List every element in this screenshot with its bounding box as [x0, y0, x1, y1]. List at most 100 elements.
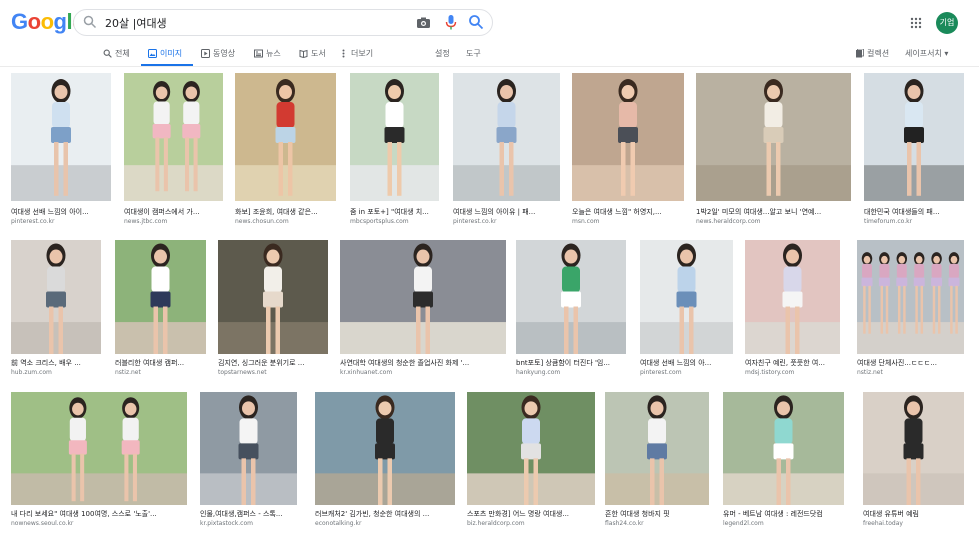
- image-result[interactable]: 김지연, 싱그러운 분위기로 ... topstarnews.net: [218, 240, 328, 379]
- account-avatar[interactable]: 기업: [936, 12, 958, 34]
- result-caption[interactable]: 1박2일' 미모의 여대생...알고 보니 '연예...: [696, 207, 851, 217]
- result-thumbnail[interactable]: [315, 392, 455, 505]
- collections-button[interactable]: 컬렉션: [855, 46, 889, 60]
- result-source: mbcsportsplus.com: [350, 218, 409, 225]
- result-caption[interactable]: 내 다리 보세요" 여대생 100여명, 스스로 '노출'...: [11, 509, 187, 519]
- result-caption[interactable]: 여대생 단체사진...ㄷㄷㄷ...: [857, 358, 964, 368]
- result-caption[interactable]: 줌 in 포토+] "여대생 치...: [350, 207, 439, 217]
- result-caption[interactable]: 여대생 선배 느낌의 아이...: [11, 207, 111, 217]
- camera-icon[interactable]: [416, 15, 431, 30]
- image-result[interactable]: 흔한 여대생 청바지 핏 flash24.co.kr: [605, 392, 709, 530]
- result-caption[interactable]: 여대생 선배 느낌의 아...: [640, 358, 733, 368]
- result-caption[interactable]: 여자친구 예린, 풋풋한 여...: [745, 358, 840, 368]
- search-box[interactable]: 20살 |여대생: [73, 9, 493, 36]
- image-result[interactable]: 러브캐처2' 김가빈, 청순한 여대생의 ... econotalking.kr: [315, 392, 455, 530]
- tab-videos[interactable]: 동영상: [201, 46, 235, 60]
- search-button-icon[interactable]: [468, 14, 484, 30]
- result-caption[interactable]: 사연대학 여대생의 청순한 졸업사진 화제 '...: [340, 358, 506, 368]
- result-thumbnail[interactable]: [696, 73, 851, 201]
- tab-settings[interactable]: 설정: [435, 46, 450, 60]
- result-thumbnail[interactable]: [453, 73, 560, 201]
- result-thumbnail[interactable]: [350, 73, 439, 201]
- result-caption[interactable]: 러브캐처2' 김가빈, 청순한 여대생의 ...: [315, 509, 455, 519]
- result-source: hub.zum.com: [11, 369, 52, 376]
- result-source: msn.com: [572, 218, 600, 225]
- result-source: legend2l.com: [723, 520, 764, 527]
- photo-illustration: [315, 392, 455, 505]
- result-thumbnail[interactable]: [572, 73, 684, 201]
- result-thumbnail[interactable]: [864, 73, 964, 201]
- result-caption[interactable]: 前 역소 크리스, 배우 ...: [11, 358, 101, 368]
- image-result[interactable]: 내 다리 보세요" 여대생 100여명, 스스로 '노출'... nownews…: [11, 392, 187, 530]
- result-thumbnail[interactable]: [115, 240, 206, 354]
- result-thumbnail[interactable]: [11, 73, 111, 201]
- apps-grid-icon[interactable]: [910, 17, 922, 29]
- result-thumbnail[interactable]: [857, 240, 964, 354]
- result-thumbnail[interactable]: [745, 240, 840, 354]
- result-caption[interactable]: 러블리한 여대생 캠퍼...: [115, 358, 206, 368]
- result-thumbnail[interactable]: [723, 392, 844, 505]
- result-caption[interactable]: 인물,여대생,캠퍼스 - 스톡...: [200, 509, 297, 519]
- result-caption[interactable]: 김지연, 싱그러운 분위기로 ...: [218, 358, 328, 368]
- result-thumbnail[interactable]: [218, 240, 328, 354]
- image-result[interactable]: 여대생 선배 느낌의 아이... pinterest.co.kr: [11, 73, 111, 228]
- tab-books[interactable]: 도서: [299, 46, 326, 60]
- tab-news[interactable]: 뉴스: [254, 46, 281, 60]
- photo-illustration: [696, 73, 851, 201]
- result-thumbnail[interactable]: [640, 240, 733, 354]
- image-result[interactable]: 화보] 조윤희, 여대생 같은... news.chosun.com: [235, 73, 336, 228]
- image-result[interactable]: 1박2일' 미모의 여대생...알고 보니 '연예... news.herald…: [696, 73, 851, 228]
- image-result[interactable]: bnt포토] 상큼함이 터진다 '임... hankyung.com: [516, 240, 626, 379]
- result-thumbnail[interactable]: [605, 392, 709, 505]
- image-result[interactable]: 여자친구 예린, 풋풋한 여... mdsj.tistory.com: [745, 240, 840, 379]
- result-caption[interactable]: 화보] 조윤희, 여대생 같은...: [235, 207, 336, 217]
- image-result[interactable]: 사연대학 여대생의 청순한 졸업사진 화제 '... kr.xinhuanet.…: [340, 240, 506, 379]
- result-thumbnail[interactable]: [516, 240, 626, 354]
- result-thumbnail[interactable]: [340, 240, 506, 354]
- photo-illustration: [340, 240, 506, 354]
- mic-icon[interactable]: [444, 14, 458, 31]
- photo-illustration: [350, 73, 439, 201]
- safesearch-button[interactable]: 세이프서치 ▾: [905, 46, 948, 60]
- result-thumbnail[interactable]: [467, 392, 595, 505]
- image-result[interactable]: 여대생 느낌의 아이유 | 패... pinterest.co.kr: [453, 73, 560, 228]
- image-result[interactable]: 유머 - 베트남 여대생 : 레전드닷컴 legend2l.com: [723, 392, 844, 530]
- tab-tools[interactable]: 도구: [466, 46, 481, 60]
- result-caption[interactable]: 유머 - 베트남 여대생 : 레전드닷컴: [723, 509, 844, 519]
- tab-all[interactable]: 전체: [103, 46, 130, 60]
- image-result[interactable]: 여대생 단체사진...ㄷㄷㄷ... nstiz.net: [857, 240, 964, 379]
- result-source: econotalking.kr: [315, 520, 362, 527]
- image-result[interactable]: 인물,여대생,캠퍼스 - 스톡... kr.pixtastock.com: [200, 392, 297, 530]
- result-thumbnail[interactable]: [11, 240, 101, 354]
- result-thumbnail[interactable]: [11, 392, 187, 505]
- image-result[interactable]: 여대생 선배 느낌의 아... pinterest.com: [640, 240, 733, 379]
- image-result[interactable]: 여대생이 캠퍼스에서 가... news.jtbc.com: [124, 73, 223, 228]
- result-thumbnail[interactable]: [124, 73, 223, 201]
- result-caption[interactable]: 스포츠 만화경] 어느 명랑 여대생...: [467, 509, 595, 519]
- result-source: mdsj.tistory.com: [745, 369, 795, 376]
- result-caption[interactable]: 여대생 느낌의 아이유 | 패...: [453, 207, 560, 217]
- result-caption[interactable]: 대한민국 여대생들의 패...: [864, 207, 964, 217]
- result-caption[interactable]: bnt포토] 상큼함이 터진다 '임...: [516, 358, 626, 368]
- result-source: biz.heraldcorp.com: [467, 520, 525, 527]
- news-icon: [254, 49, 263, 57]
- result-caption[interactable]: 오늘은 여대생 느낌" 허영지,...: [572, 207, 684, 217]
- result-thumbnail[interactable]: [235, 73, 336, 201]
- tab-images[interactable]: 이미지: [148, 46, 182, 60]
- image-result[interactable]: 스포츠 만화경] 어느 명랑 여대생... biz.heraldcorp.com: [467, 392, 595, 530]
- image-result[interactable]: 여대생 유튜버 예림 freehai.today: [863, 392, 964, 530]
- tab-more[interactable]: 더보기: [339, 46, 373, 60]
- result-caption[interactable]: 여대생이 캠퍼스에서 가...: [124, 207, 223, 217]
- image-result[interactable]: 줌 in 포토+] "여대생 치... mbcsportsplus.com: [350, 73, 439, 228]
- image-result[interactable]: 대한민국 여대생들의 패... timeforum.co.kr: [864, 73, 964, 228]
- result-thumbnail[interactable]: [200, 392, 297, 505]
- result-thumbnail[interactable]: [863, 392, 964, 505]
- image-result[interactable]: 前 역소 크리스, 배우 ... hub.zum.com: [11, 240, 101, 379]
- result-caption[interactable]: 흔한 여대생 청바지 핏: [605, 509, 709, 519]
- search-icon: [103, 49, 112, 58]
- search-input[interactable]: 20살 |여대생: [105, 15, 167, 31]
- image-result[interactable]: 오늘은 여대생 느낌" 허영지,... msn.com: [572, 73, 684, 228]
- result-source: kr.xinhuanet.com: [340, 369, 393, 376]
- result-caption[interactable]: 여대생 유튜버 예림: [863, 509, 964, 519]
- image-result[interactable]: 러블리한 여대생 캠퍼... nstiz.net: [115, 240, 206, 379]
